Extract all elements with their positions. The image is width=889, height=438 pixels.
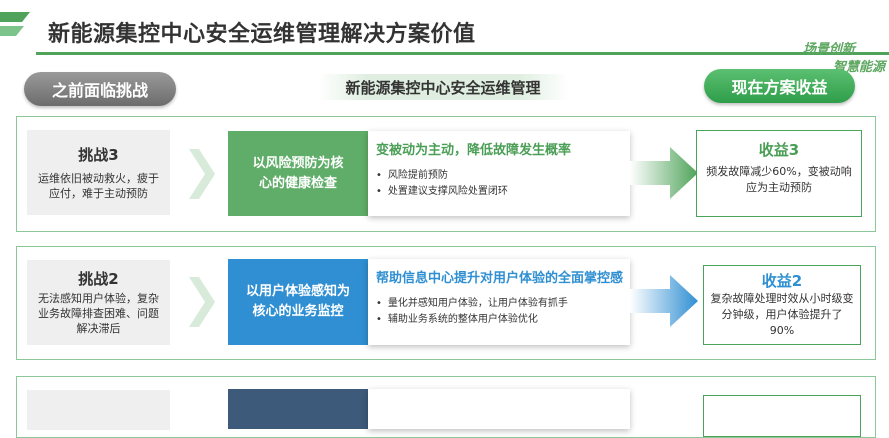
benefit-description: 复杂故障处理时效从小时级变分钟级，用户体验提升了90%: [710, 292, 854, 337]
row-challenge-3: 挑战3 运维依旧被动救火，疲于应付，难于主动预防 以风险预防为核心的健康检查 变…: [16, 116, 876, 232]
challenge-box: 挑战2 无法感知用户体验，复杂业务故障排查困难、问题解决滞后: [27, 260, 170, 345]
bullet-list: 量化并感知用户体验，让用户体验有抓手 辅助业务系统的整体用户体验优化: [376, 296, 630, 328]
row-challenge-1: [16, 376, 876, 438]
solution-text: 以风险预防为核心的健康检查: [252, 155, 344, 191]
card-title: 变被动为主动，降低故障发生概率: [376, 143, 572, 158]
benefit-box: 收益2 复杂故障处理时效从小时级变分钟级，用户体验提升了90%: [703, 265, 861, 345]
challenge-title: 挑战3: [78, 146, 119, 164]
solution-detail-card: 变被动为主动，降低故障发生概率 风险提前预防 处置建议支撑风险处置闭环: [368, 131, 630, 216]
solution-detail-card: 帮助信息中心提升对用户体验的全面掌控感 量化并感知用户体验，让用户体验有抓手 辅…: [368, 259, 630, 345]
chevron-right-icon: [189, 277, 215, 327]
solution-box: 以用户体验感知为核心的业务监控: [228, 259, 368, 345]
row-challenge-2: 挑战2 无法感知用户体验，复杂业务故障排查困难、问题解决滞后 以用户体验感知为核…: [16, 246, 876, 360]
challenge-title: 挑战2: [78, 270, 119, 288]
benefit-description: 频发故障减少60%，变被动响应为主动预防: [706, 165, 852, 194]
solution-header-label: 新能源集控中心安全运维管理: [345, 79, 541, 97]
solution-box: 以风险预防为核心的健康检查: [228, 131, 368, 216]
benefit-title: 收益3: [758, 141, 800, 159]
card-title: 帮助信息中心提升对用户体验的全面掌控感: [376, 271, 624, 286]
logo-icon: [0, 12, 30, 36]
solution-text: 以用户体验感知为核心的业务监控: [245, 284, 350, 319]
solution-header: 新能源集控中心安全运维管理: [318, 74, 568, 100]
bullet-item: 辅助业务系统的整体用户体验优化: [376, 312, 630, 328]
solution-box: [228, 389, 368, 429]
challenges-header: 之前面临挑战: [24, 72, 176, 106]
bullet-item: 处置建议支撑风险处置闭环: [376, 184, 630, 200]
bullet-item: 风险提前预防: [376, 168, 630, 184]
arrow-right-icon: [630, 275, 698, 327]
title-underline: [36, 52, 889, 55]
page-title: 新能源集控中心安全运维管理解决方案价值: [48, 22, 476, 47]
arrow-right-icon: [630, 147, 698, 199]
bullet-list: 风险提前预防 处置建议支撑风险处置闭环: [376, 168, 630, 200]
brand-slogan-line1: 场景创新: [802, 42, 855, 57]
benefits-header: 现在方案收益: [704, 69, 855, 103]
benefit-title: 收益2: [761, 272, 803, 290]
challenge-description: 无法感知用户体验，复杂业务故障排查困难、问题解决滞后: [38, 292, 159, 335]
challenge-description: 运维依旧被动救火，疲于应付，难于主动预防: [38, 172, 159, 200]
chevron-right-icon: [189, 149, 215, 199]
benefit-box: [703, 395, 861, 437]
challenge-box: 挑战3 运维依旧被动救火，疲于应付，难于主动预防: [27, 130, 170, 215]
challenge-box: [27, 390, 170, 430]
bullet-item: 量化并感知用户体验，让用户体验有抓手: [376, 296, 630, 312]
solution-detail-card: [368, 389, 630, 429]
benefit-box: 收益3 频发故障减少60%，变被动响应为主动预防: [696, 130, 862, 217]
